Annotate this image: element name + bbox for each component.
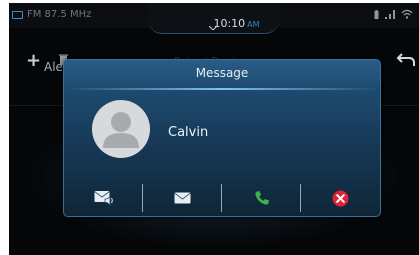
radio-label: FM 87.5 MHz xyxy=(27,9,92,20)
avatar xyxy=(92,100,150,158)
radio-indicator[interactable]: FM 87.5 MHz xyxy=(12,9,91,20)
message-dialog: Message Calvin xyxy=(63,59,381,217)
reply-message-button[interactable] xyxy=(143,183,222,213)
read-message-button[interactable] xyxy=(64,183,143,213)
wifi-icon xyxy=(401,9,413,19)
clock-ampm: AM xyxy=(247,20,260,29)
status-bar: FM 87.5 MHz 10:10 AM xyxy=(9,3,419,34)
title-divider xyxy=(66,88,378,90)
signal-icon xyxy=(385,10,395,19)
infotainment-screen: FM 87.5 MHz 10:10AM + Paired Devices Ale… xyxy=(9,3,419,255)
contact-name: Calvin xyxy=(168,125,209,140)
close-icon xyxy=(332,190,349,206)
back-arrow-icon[interactable] xyxy=(396,52,416,68)
dismiss-button[interactable] xyxy=(301,183,380,213)
envelope-icon xyxy=(174,192,191,204)
call-button[interactable] xyxy=(222,183,301,213)
list-item-label[interactable]: Ale xyxy=(44,60,63,74)
phone-icon xyxy=(254,191,269,205)
system-icons xyxy=(374,9,413,19)
clock-time: 10:10 xyxy=(213,17,246,30)
dialog-actions xyxy=(64,183,380,213)
radio-icon xyxy=(12,10,23,19)
envelope-speaker-icon xyxy=(93,191,113,206)
clock: 10:10 AM xyxy=(194,12,279,32)
battery-icon xyxy=(374,10,379,19)
dialog-title: Message xyxy=(195,66,249,80)
person-icon xyxy=(103,112,139,148)
